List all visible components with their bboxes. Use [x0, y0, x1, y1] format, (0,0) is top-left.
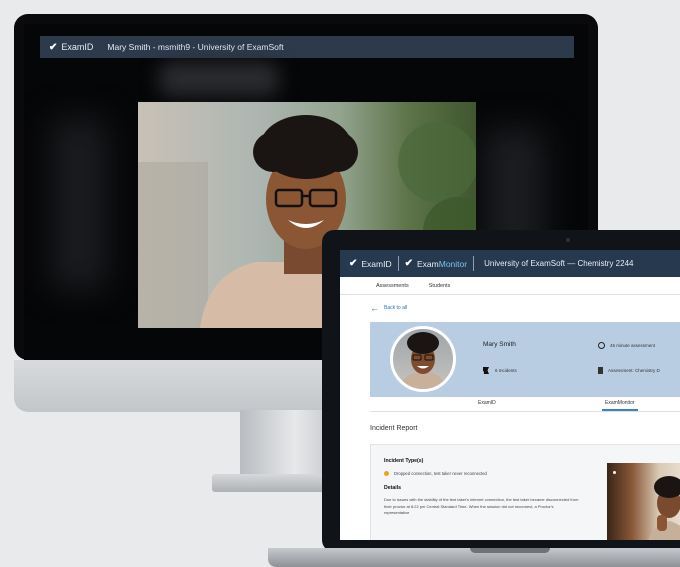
incident-card: Incident Type(s) Dropped connection, tes…	[370, 444, 680, 540]
check-icon: ✔	[404, 258, 414, 269]
laptop-notch	[470, 548, 550, 553]
check-icon: ✔	[349, 258, 358, 269]
laptop-camera	[566, 238, 570, 242]
avatar	[390, 326, 456, 392]
subtab-examid[interactable]: ExamID	[478, 400, 496, 406]
desktop-brand: ExamID	[61, 42, 94, 52]
back-arrow-icon: ←	[370, 303, 379, 313]
warning-dot-icon	[384, 471, 389, 476]
tab-students[interactable]: Students	[429, 283, 451, 289]
incident-type: Dropped connection, test taker never rec…	[384, 471, 487, 476]
details-text: Due to issues with the stability of the …	[384, 497, 579, 515]
back-link-label: Back to all	[384, 305, 408, 311]
assessment-label: Assessment: Chemistry D	[608, 368, 660, 373]
incident-type-value: Dropped connection, test taker never rec…	[394, 471, 487, 476]
incident-type-heading: Incident Type(s)	[384, 458, 424, 464]
subtab-exammonitor[interactable]: ExamMonitor	[605, 400, 634, 406]
app-header: ✔ ExamID ✔ ExamMonitor University of Exa…	[340, 250, 680, 277]
exammonitor-logo[interactable]: ExamMonitor	[417, 259, 467, 269]
video-glow	[159, 62, 279, 96]
tab-assessments[interactable]: Assessments	[376, 283, 409, 289]
incident-count-label: 6 Incidents	[495, 368, 517, 373]
assessment-name: Assessment: Chemistry D	[598, 367, 660, 374]
clock-icon	[598, 342, 605, 349]
desktop-title: Mary Smith - msmith9 - University of Exa…	[107, 42, 284, 52]
desktop-title-bar: ✔ ExamID Mary Smith - msmith9 - Universi…	[40, 36, 574, 58]
back-link[interactable]: ← Back to all	[370, 303, 407, 313]
incident-count[interactable]: 6 Incidents	[483, 367, 517, 374]
details-heading: Details	[384, 485, 402, 491]
flag-icon	[483, 367, 489, 374]
active-subtab-indicator	[602, 409, 638, 411]
examid-logo[interactable]: ExamID	[361, 259, 391, 269]
header-divider	[473, 256, 475, 271]
student-profile-banner: Mary Smith 6 Incidents 45 minute assessm…	[370, 322, 680, 397]
main-nav: Assessments Students	[340, 277, 680, 295]
incident-video-thumbnail[interactable]	[607, 463, 680, 540]
incident-report-heading: Incident Report	[370, 425, 418, 432]
video-glow	[52, 119, 107, 289]
student-name: Mary Smith	[483, 341, 516, 348]
check-icon: ✔	[49, 41, 58, 53]
header-title: University of ExamSoft — Chemistry 2244	[484, 259, 634, 268]
assessment-duration: 45 minute assessment	[598, 342, 655, 349]
duration-label: 45 minute assessment	[610, 343, 656, 348]
document-icon	[598, 367, 603, 374]
laptop-screen: ✔ ExamID ✔ ExamMonitor University of Exa…	[340, 250, 680, 540]
header-divider	[397, 256, 399, 271]
profile-subtabs: ExamID ExamMonitor	[370, 397, 680, 412]
